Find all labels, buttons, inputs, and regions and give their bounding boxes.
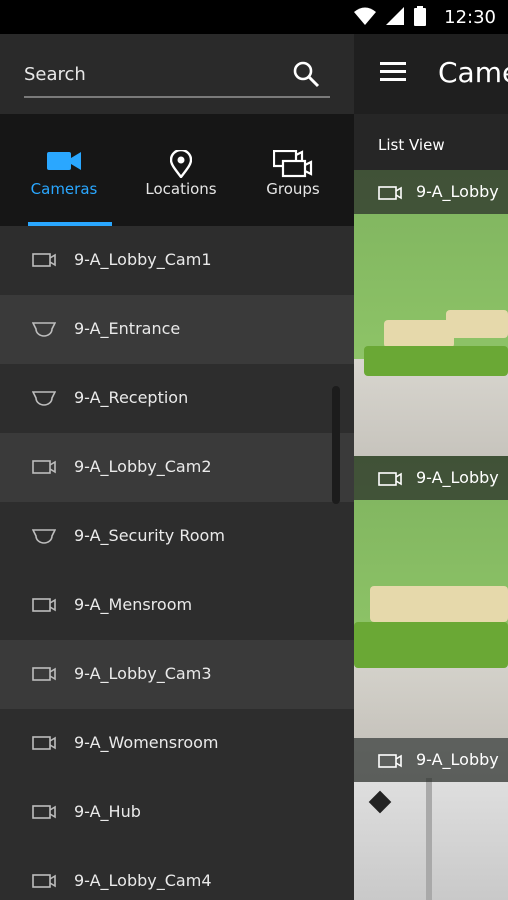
camera-name: 9-A_Mensroom — [74, 595, 193, 614]
camera-name: 9-A_Lobby_Cam3 — [74, 664, 212, 683]
list-item[interactable]: 9-A_Lobby_Cam4 — [0, 847, 354, 900]
wifi-icon — [354, 7, 376, 25]
list-item[interactable]: 9-A_Hub — [0, 778, 354, 847]
feed-label: 9-A_Lobby — [416, 750, 499, 769]
camera-name: 9-A_Lobby_Cam1 — [74, 250, 212, 269]
camera-icon — [47, 152, 81, 170]
box-camera-icon — [32, 667, 56, 681]
list-item[interactable]: 9-A_Lobby_Cam2 — [0, 433, 354, 502]
drawer-tabs: Cameras Locations Groups — [0, 114, 354, 226]
location-pin-icon — [170, 150, 192, 178]
tab-list-view[interactable]: List View — [354, 114, 508, 170]
camera-name: 9-A_Lobby_Cam2 — [74, 457, 212, 476]
feed-label: 9-A_Lobby — [416, 182, 499, 201]
page-title: Came — [438, 56, 508, 89]
box-camera-icon — [378, 754, 402, 768]
list-item[interactable]: 9-A_Security Room — [0, 502, 354, 571]
tab-groups-label: Groups — [266, 180, 320, 198]
hamburger-menu-icon[interactable] — [380, 62, 406, 82]
signal-icon — [386, 7, 404, 25]
camera-name: 9-A_Hub — [74, 802, 141, 821]
status-time: 12:30 — [444, 7, 496, 28]
camera-name: 9-A_Security Room — [74, 526, 225, 545]
camera-name: 9-A_Womensroom — [74, 733, 219, 752]
box-camera-icon — [32, 598, 56, 612]
box-camera-icon — [32, 805, 56, 819]
tab-cameras-label: Cameras — [30, 180, 98, 198]
camera-list: 9-A_Lobby_Cam1 9-A_Entrance 9-A_Receptio… — [0, 226, 354, 900]
camera-name: 9-A_Lobby_Cam4 — [74, 871, 212, 890]
box-camera-icon — [32, 253, 56, 267]
box-camera-icon — [32, 736, 56, 750]
camera-feed-tile[interactable]: 9-A_Lobby — [354, 170, 508, 456]
list-item[interactable]: 9-A_Reception — [0, 364, 354, 433]
scrollbar[interactable] — [332, 386, 340, 504]
camera-feed-tile[interactable]: 9-A_Lobby — [354, 456, 508, 738]
status-bar: 12:30 — [0, 0, 508, 34]
feed-label-bar: 9-A_Lobby — [354, 456, 508, 500]
camera-name: 9-A_Entrance — [74, 319, 181, 338]
box-camera-icon — [32, 874, 56, 888]
dome-camera-icon — [32, 529, 56, 544]
tab-locations-label: Locations — [145, 180, 217, 198]
feed-label-bar: 9-A_Lobby — [354, 170, 508, 214]
search-bar[interactable]: Search — [0, 34, 354, 114]
dome-camera-icon — [32, 322, 56, 337]
search-input[interactable]: Search — [24, 64, 86, 85]
list-item[interactable]: 9-A_Entrance — [0, 295, 354, 364]
app-bar: Came — [354, 34, 508, 114]
groups-icon — [273, 150, 313, 178]
list-item[interactable]: 9-A_Mensroom — [0, 571, 354, 640]
search-underline — [24, 96, 330, 98]
tab-cameras[interactable]: Cameras — [8, 114, 120, 226]
dome-camera-icon — [32, 391, 56, 406]
navigation-drawer: Search Cameras Locations Groups 9-A_Lobb… — [0, 34, 354, 900]
list-item[interactable]: 9-A_Lobby_Cam1 — [0, 226, 354, 295]
search-icon[interactable] — [292, 60, 320, 88]
feed-label: 9-A_Lobby — [416, 468, 499, 487]
camera-feed-tile[interactable]: 9-A_Lobby — [354, 738, 508, 900]
box-camera-icon — [378, 186, 402, 200]
camera-name: 9-A_Reception — [74, 388, 189, 407]
tab-locations[interactable]: Locations — [125, 114, 237, 226]
tab-list-view-label: List View — [378, 136, 445, 154]
tab-groups[interactable]: Groups — [237, 114, 349, 226]
main-content: Came List View 9-A_Lobby 9-A_Lobby — [354, 34, 508, 900]
battery-icon — [414, 6, 426, 26]
list-item[interactable]: 9-A_Womensroom — [0, 709, 354, 778]
feed-label-bar: 9-A_Lobby — [354, 738, 508, 782]
list-item[interactable]: 9-A_Lobby_Cam3 — [0, 640, 354, 709]
box-camera-icon — [32, 460, 56, 474]
box-camera-icon — [378, 472, 402, 486]
